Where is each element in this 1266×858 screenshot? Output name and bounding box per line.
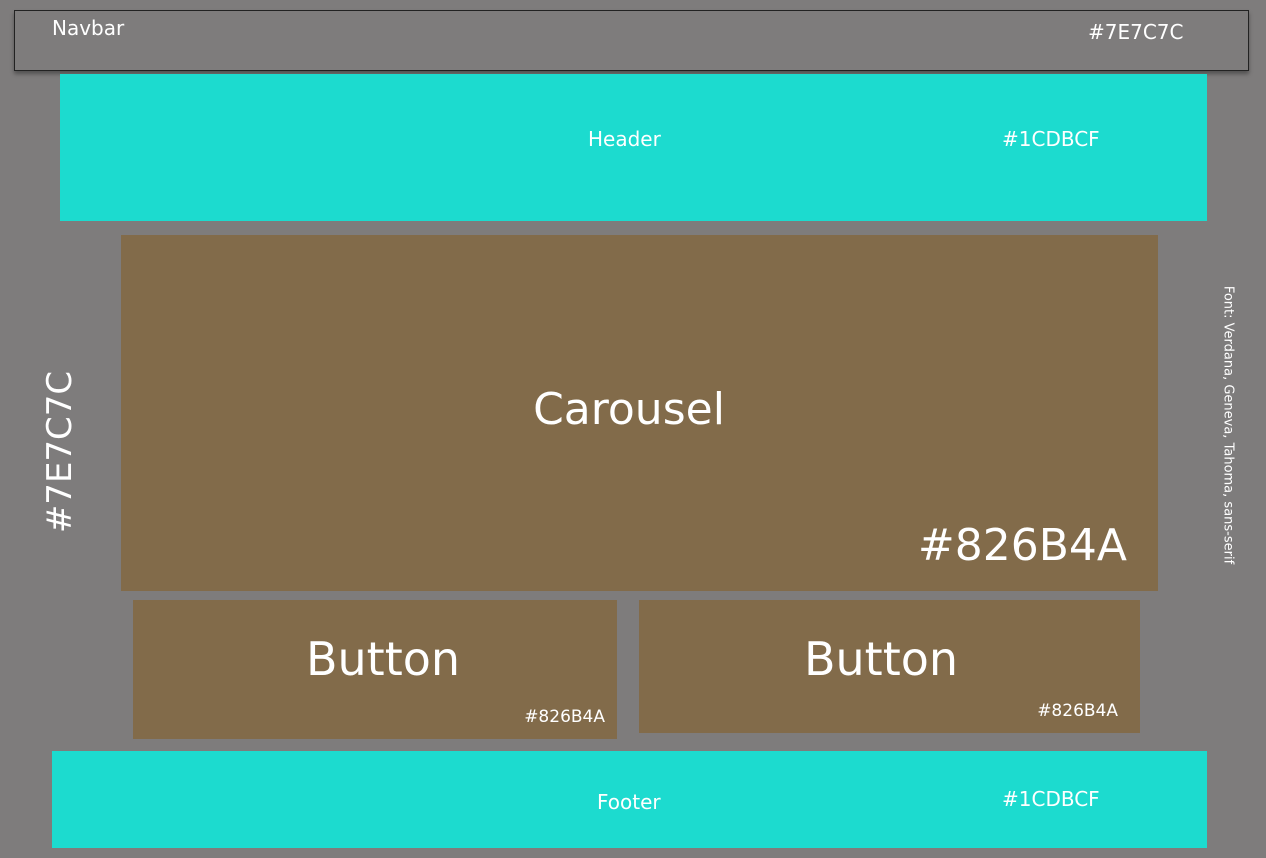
- footer-label: Footer: [597, 790, 661, 814]
- background-color-label: #7E7C7C: [40, 370, 80, 534]
- header: Header #1CDBCF: [60, 74, 1207, 221]
- button-2-label: Button: [803, 632, 959, 686]
- header-label: Header: [588, 127, 661, 151]
- navbar-label: Navbar: [52, 16, 125, 40]
- button-2-color-label: #826B4A: [1037, 701, 1118, 721]
- font-note: Font: Verdana, Geneva, Tahoma, sans-seri…: [1220, 285, 1236, 565]
- navbar: Navbar #7E7C7C: [14, 10, 1249, 71]
- carousel: Carousel #826B4A: [121, 235, 1158, 591]
- footer-color-label: #1CDBCF: [1002, 787, 1100, 811]
- carousel-color-label: #826B4A: [917, 520, 1127, 571]
- button-2[interactable]: Button #826B4A: [639, 600, 1140, 733]
- button-1[interactable]: Button #826B4A: [133, 600, 617, 739]
- header-color-label: #1CDBCF: [1002, 127, 1100, 151]
- button-1-color-label: #826B4A: [524, 707, 605, 727]
- carousel-label: Carousel: [533, 384, 725, 435]
- navbar-color-label: #7E7C7C: [1088, 20, 1184, 44]
- footer: Footer #1CDBCF: [52, 751, 1207, 848]
- button-1-label: Button: [305, 632, 461, 686]
